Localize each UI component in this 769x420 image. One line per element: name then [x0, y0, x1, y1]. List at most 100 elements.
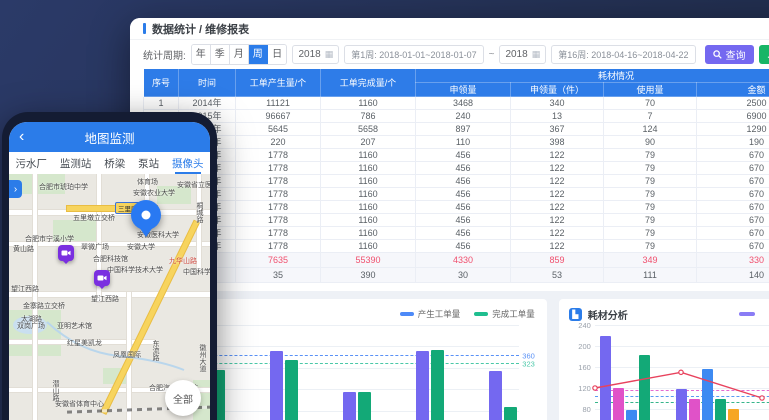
table-cell: 670	[697, 227, 769, 240]
phone-tab-泵站[interactable]: 泵站	[138, 152, 159, 174]
map-label: 东流路	[151, 340, 159, 361]
legend-item[interactable]: 产生工单量	[400, 308, 461, 320]
table-row: 82021年1778116045612279670	[144, 188, 769, 201]
column-header: 工单完成量/个	[321, 69, 416, 97]
table-cell: 2500	[697, 97, 769, 110]
map-label: 中国科学院	[183, 269, 210, 277]
y-axis-tick: 120	[571, 384, 591, 393]
phone-tab-监测站[interactable]: 监测站	[60, 152, 92, 174]
table-cell: 670	[697, 162, 769, 175]
phone-tab-污水厂[interactable]: 污水厂	[15, 152, 47, 174]
table-cell: 207	[321, 136, 416, 149]
average-row: 平均值353903053111140	[144, 268, 769, 283]
table-cell: 670	[697, 201, 769, 214]
map-label: 凤凰国际	[113, 352, 141, 360]
total-cell: 859	[511, 253, 604, 268]
camera-marker[interactable]	[94, 270, 110, 286]
table-cell: 1778	[236, 227, 321, 240]
consumable-chart-header: ▙ 耗材分析	[569, 307, 769, 321]
legend-swatch	[739, 312, 755, 316]
table-cell: 1160	[321, 201, 416, 214]
period-option-日[interactable]: 日	[268, 45, 287, 64]
table-cell: 456	[416, 175, 511, 188]
table-cell: 1778	[236, 149, 321, 162]
sub-column-header: 申领量	[416, 83, 511, 97]
map-label: 合肥科技馆	[93, 256, 128, 264]
week-to-text: 第16周: 2018-04-16~2018-04-22	[558, 48, 688, 61]
table-cell: 6900	[697, 110, 769, 123]
table-cell: 79	[604, 175, 697, 188]
table-cell: 79	[604, 162, 697, 175]
table-cell: 1160	[321, 240, 416, 253]
map-label: 中国科学技术大学	[107, 267, 163, 275]
table-cell: 3468	[416, 97, 511, 110]
period-option-周[interactable]: 周	[249, 45, 268, 64]
week-to-box[interactable]: 第16周: 2018-04-16~2018-04-22	[551, 45, 695, 64]
table-cell: 190	[697, 136, 769, 149]
map-label: 望江西路	[11, 286, 39, 294]
table-cell: 1160	[321, 162, 416, 175]
map-view[interactable]: › 全部 三里庵合肥市琥珀中学体育场安徽农业大学安徽省立医院桐城路五里墩立交桥合…	[9, 174, 210, 420]
table-cell: 786	[321, 110, 416, 123]
bar-完成工单量	[358, 392, 371, 420]
period-option-月[interactable]: 月	[230, 45, 249, 64]
map-label: 望江西路	[91, 296, 119, 304]
period-option-年[interactable]: 年	[192, 45, 211, 64]
filter-label: 统计周期:	[143, 47, 186, 62]
table-row: 42017年22020711039890190	[144, 136, 769, 149]
table-cell: 5658	[321, 123, 416, 136]
total-cell: 55390	[321, 253, 416, 268]
export-excel-button[interactable]: 导出Excel	[759, 45, 769, 64]
phone-tab-桥梁[interactable]: 桥梁	[104, 152, 125, 174]
y-axis-tick: 200	[571, 342, 591, 351]
camera-marker[interactable]	[58, 245, 74, 261]
breadcrumb: 数据统计 / 维修报表	[130, 18, 769, 40]
table-cell: 456	[416, 240, 511, 253]
average-cell: 53	[511, 268, 604, 283]
y-axis-tick: 160	[571, 363, 591, 372]
phone-screen: ‹ 地图监测 污水厂监测站桥梁泵站摄像头 › 全部 三里庵合肥市琥珀中学体育场安…	[9, 122, 210, 420]
map-label: 潜山路	[51, 380, 59, 401]
table-row: 102023年1778116045612279670	[144, 214, 769, 227]
drawer-toggle-button[interactable]: ›	[9, 180, 22, 198]
table-cell: 1	[144, 97, 179, 110]
table-cell: 122	[511, 240, 604, 253]
table-row: 62019年1778116045612279670	[144, 162, 769, 175]
query-label: 查询	[726, 47, 746, 62]
table-cell: 79	[604, 240, 697, 253]
table-cell: 1778	[236, 214, 321, 227]
map-label: 桐城路	[195, 202, 203, 223]
table-cell: 79	[604, 214, 697, 227]
dashboard-panel: 数据统计 / 维修报表 统计周期: 年季月周日 2018 ▦ 第1周: 2018…	[130, 18, 769, 420]
map-label: 金寨路立交桥	[23, 303, 65, 311]
breadcrumb-accent-bar	[143, 23, 146, 34]
all-filter-button[interactable]: 全部	[165, 380, 201, 416]
sub-column-header: 申领量（件）	[511, 83, 604, 97]
table-cell: 79	[604, 227, 697, 240]
week-from-box[interactable]: 第1周: 2018-01-01~2018-01-07	[344, 45, 483, 64]
map-label: 双岗广场	[17, 323, 45, 331]
total-cell: 330	[697, 253, 769, 268]
table-cell: 670	[697, 214, 769, 227]
year-from-select[interactable]: 2018 ▦	[292, 45, 339, 64]
back-icon[interactable]: ‹	[19, 129, 24, 145]
average-cell: 140	[697, 268, 769, 283]
map-label: 徽州大道	[198, 344, 206, 372]
table-cell: 1290	[697, 123, 769, 136]
bar-完成工单量	[504, 407, 517, 420]
table-cell: 367	[511, 123, 604, 136]
phone-tab-摄像头[interactable]: 摄像头	[172, 152, 204, 174]
selected-location-pin[interactable]	[131, 200, 161, 230]
table-cell: 122	[511, 149, 604, 162]
table-row: 52018年1778116045612279670	[144, 149, 769, 162]
table-cell: 670	[697, 240, 769, 253]
total-cell: 349	[604, 253, 697, 268]
table-cell: 11121	[236, 97, 321, 110]
period-option-季[interactable]: 季	[211, 45, 230, 64]
map-label: 合肥市宁溪小学	[25, 236, 74, 244]
legend-item[interactable]: 完成工单量	[474, 308, 535, 320]
table-cell: 96667	[236, 110, 321, 123]
bar-完成工单量	[431, 350, 444, 420]
query-button[interactable]: 查询	[705, 45, 754, 64]
year-to-select[interactable]: 2018 ▦	[499, 45, 546, 64]
